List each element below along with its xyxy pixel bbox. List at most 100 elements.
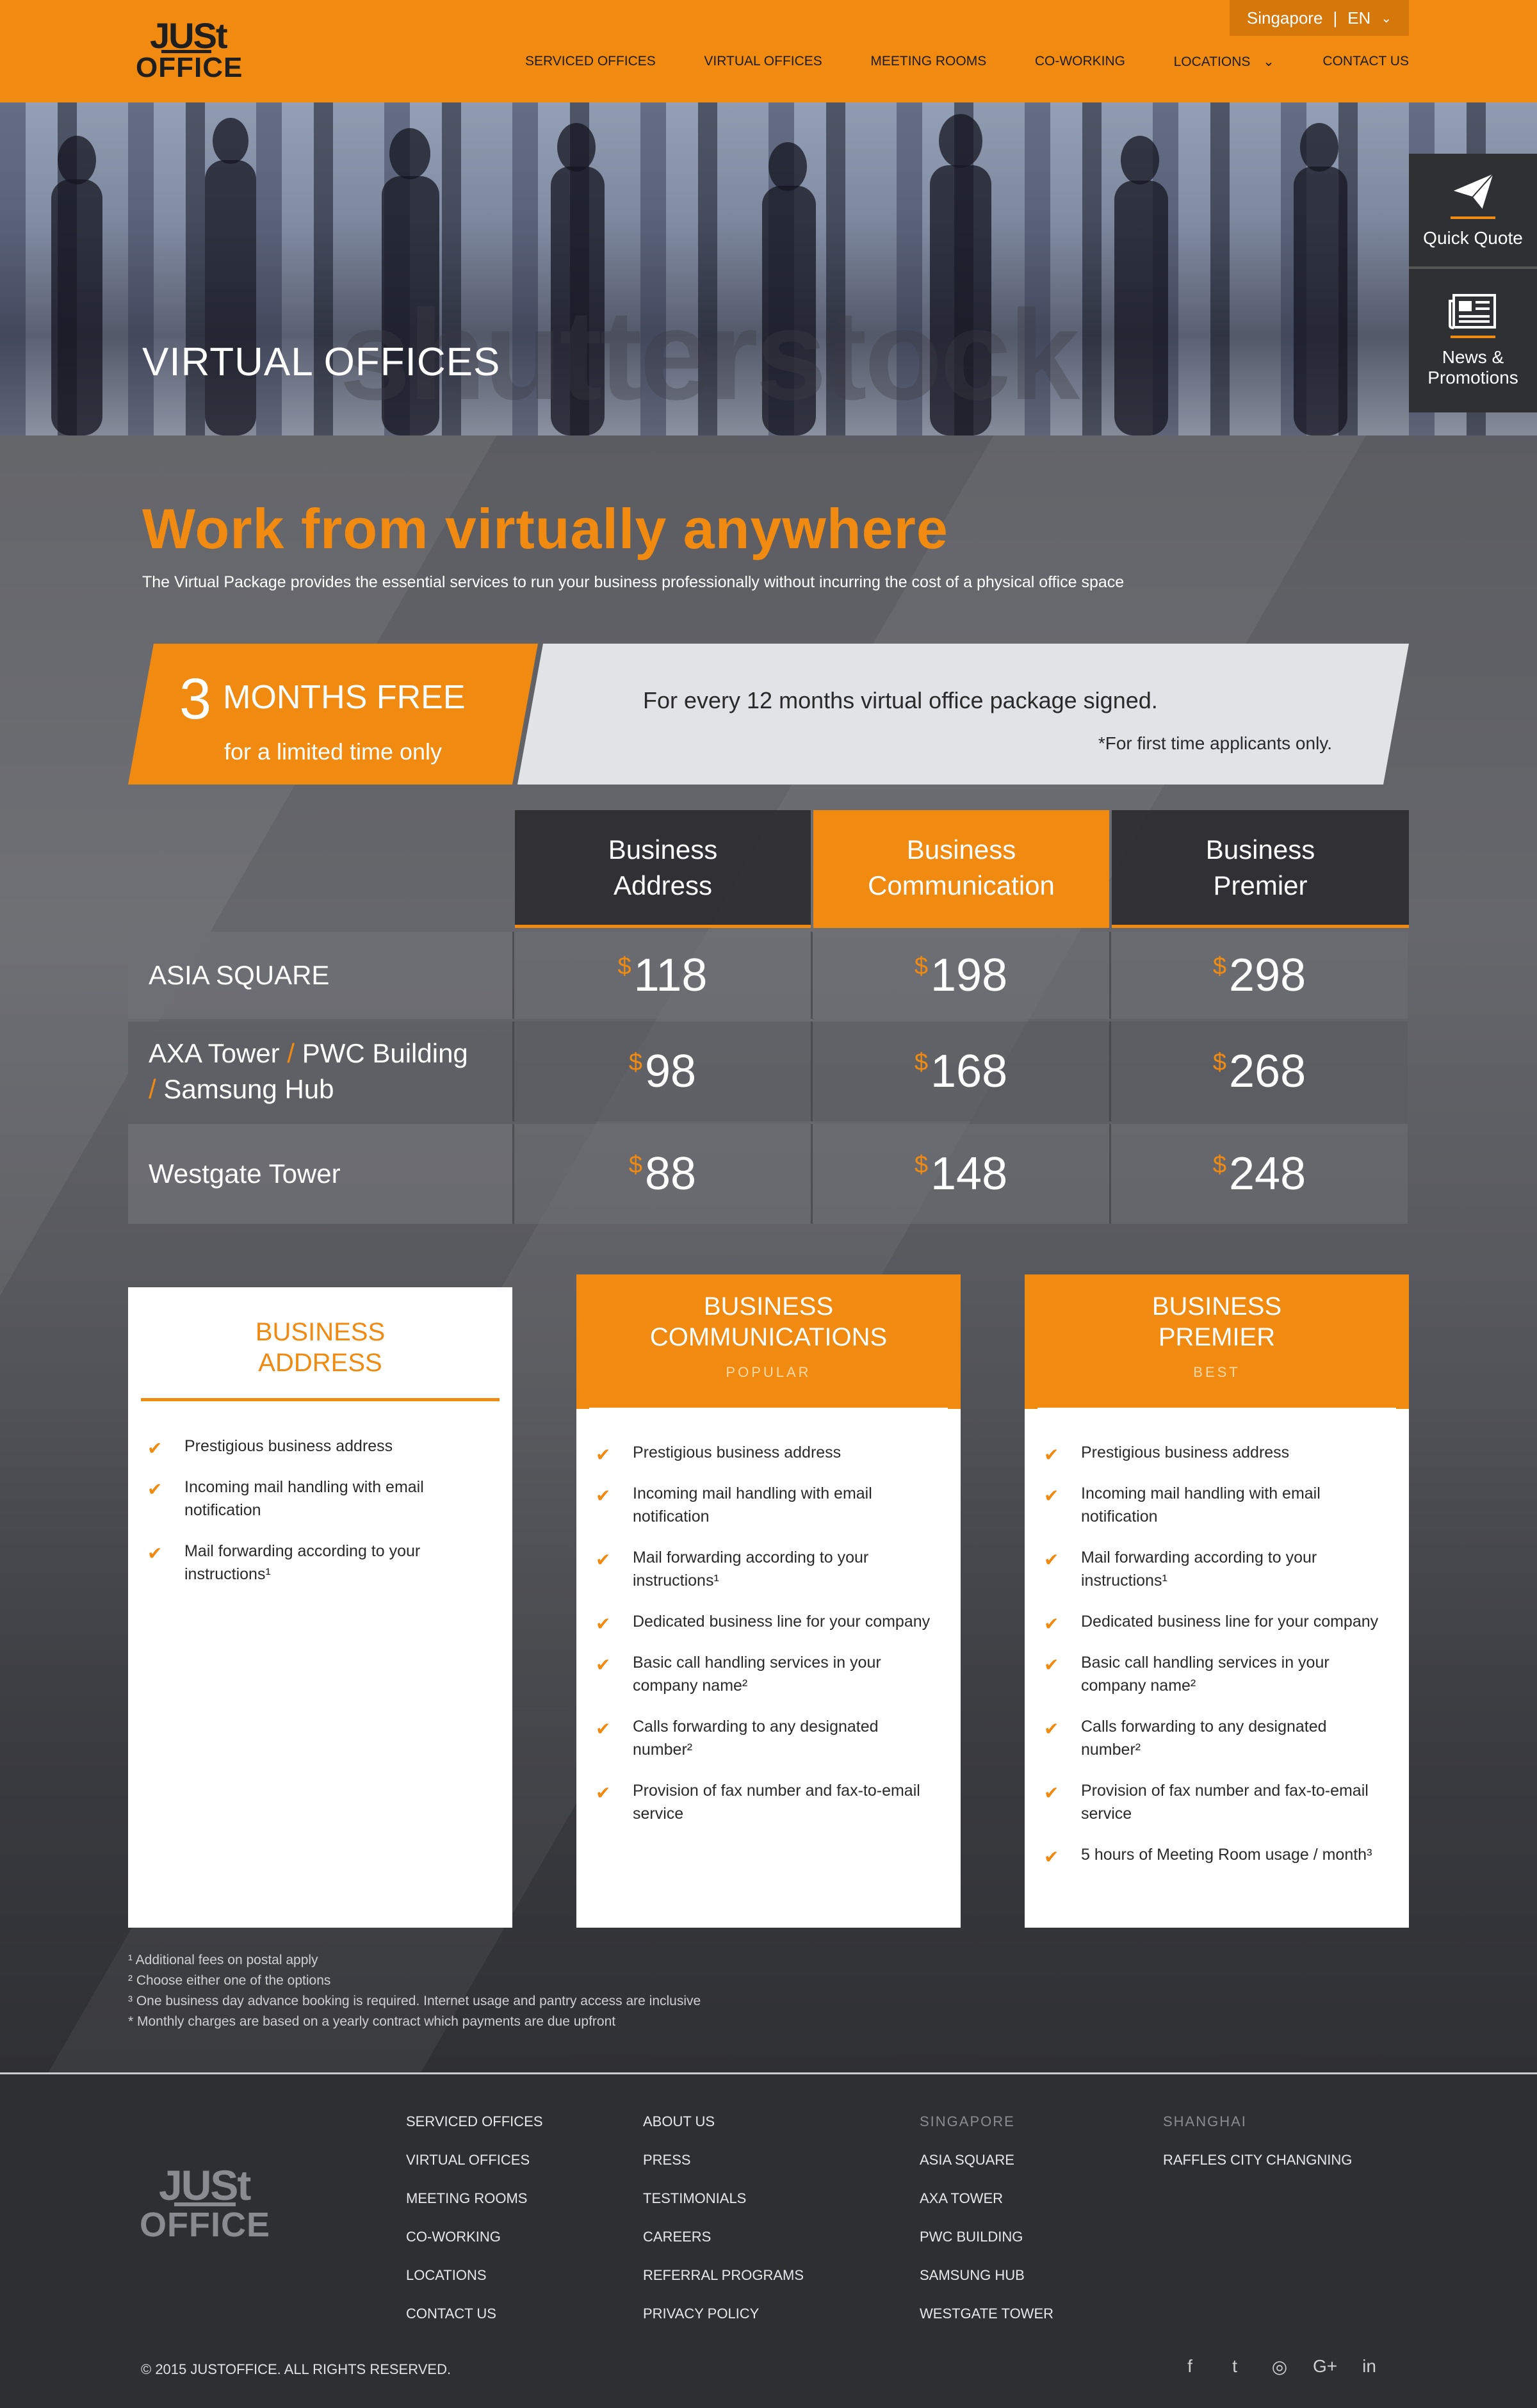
plan-title-line2: ADDRESS [258,1349,382,1377]
location-separator: / [287,1038,295,1068]
feature-text: Mail forwarding according to your instru… [184,1542,421,1583]
footer-link[interactable]: CO-WORKING [406,2218,543,2256]
check-icon: ✔ [147,1543,163,1563]
page-title: VIRTUAL OFFICES [142,340,501,384]
price-value: 198 [931,950,1008,1001]
linkedin-icon[interactable]: in [1358,2356,1381,2377]
footer-link[interactable]: MEETING ROOMS [406,2179,543,2218]
price-value: 248 [1229,1148,1306,1200]
footer-logo[interactable]: JUSt OFFICE [140,2161,274,2242]
price-cell: $298 [1109,932,1408,1019]
footer-link[interactable]: TESTIMONIALS [643,2179,804,2218]
footer-link[interactable]: WESTGATE TOWER [920,2295,1053,2333]
currency-symbol: $ [1212,1151,1226,1178]
nav-co-working[interactable]: CO-WORKING [1035,54,1125,70]
section-description: The Virtual Package provides the essenti… [142,573,1125,591]
plan-card-business-address: BUSINESS ADDRESS ✔ Prestigious business ad… [128,1287,512,1928]
price-cell: $148 [811,1124,1109,1224]
instagram-icon[interactable]: ◎ [1268,2356,1291,2377]
check-icon: ✔ [596,1783,611,1803]
footer-link[interactable]: SAMSUNG HUB [920,2256,1053,2295]
feature-text: Mail forwarding according to your instru… [633,1549,869,1590]
list-item: ✔ Mail forwarding according to your instr… [147,1540,488,1586]
check-icon: ✔ [596,1445,611,1465]
nav-serviced-offices[interactable]: SERVICED OFFICES [525,54,656,70]
language-label[interactable]: EN [1347,8,1370,28]
footer-link[interactable]: ASIA SQUARE [920,2141,1053,2179]
list-item: ✔ Dedicated business line for your compan… [596,1610,936,1634]
table-row: Westgate Tower $88 $148 $248 [128,1124,1409,1224]
site-footer: JUSt OFFICE SERVICED OFFICES VIRTUAL OFF… [0,2072,1537,2408]
quick-quote-button[interactable]: Quick Quote [1409,154,1537,269]
price-cell: $268 [1109,1021,1408,1121]
price-cell: $98 [512,1021,811,1121]
chevron-down-icon[interactable]: ⌄ [1381,10,1392,26]
footer-link[interactable]: CAREERS [643,2218,804,2256]
footer-link[interactable]: CONTACT US [406,2295,543,2333]
location-name: Westgate Tower [128,1124,512,1224]
footnote: ² Choose either one of the options [128,1973,331,1988]
feature-text: Basic call handling services in your com… [1081,1654,1330,1695]
location-part: AXA Tower [149,1038,280,1068]
footer-link[interactable]: VIRTUAL OFFICES [406,2141,543,2179]
logo-top-text: JUSt [159,2161,251,2209]
header-line2: Address [613,870,713,900]
footer-column-heading: SINGAPORE [920,2113,1015,2129]
nav-contact-us[interactable]: CONTACT US [1322,54,1409,70]
column-header-business-premier: Business Premier [1112,810,1409,928]
region-label[interactable]: Singapore [1247,8,1323,28]
logo-bottom-text: OFFICE [136,52,243,83]
feature-text: Mail forwarding according to your instru… [1081,1549,1317,1590]
currency-symbol: $ [628,1048,643,1076]
footnote: * Monthly charges are based on a yearly … [128,2014,616,2029]
column-header-business-communication: Business Communication [813,810,1109,928]
footer-link[interactable]: RAFFLES CITY CHANGNING [1163,2141,1352,2179]
list-item: ✔ 5 hours of Meeting Room usage / month³ [1044,1843,1385,1867]
footnotes: ¹ Additional fees on postal apply ² Choo… [128,1950,701,2032]
price-cell: $168 [811,1021,1109,1121]
feature-list: ✔ Prestigious business address ✔ Incoming … [576,1441,961,1825]
footer-link[interactable]: SERVICED OFFICES [406,2103,543,2141]
twitter-icon[interactable]: t [1223,2356,1246,2377]
footer-link[interactable]: PRESS [643,2141,804,2179]
header-line1: Business [608,834,718,865]
plan-title-line1: BUSINESS [255,1318,386,1346]
footnote: ³ One business day advance booking is re… [128,1994,701,2008]
footer-link[interactable]: PWC BUILDING [920,2218,1053,2256]
promo-details: For every 12 months virtual office packa… [517,644,1409,785]
footer-services-links: SERVICED OFFICES VIRTUAL OFFICES MEETING… [406,2103,543,2333]
footer-link[interactable]: LOCATIONS [406,2256,543,2295]
facebook-icon[interactable]: f [1178,2356,1201,2377]
footer-link[interactable]: REFERRAL PROGRAMS [643,2256,804,2295]
nav-virtual-offices[interactable]: VIRTUAL OFFICES [704,54,822,70]
news-promotions-button[interactable]: News & Promotions [1409,269,1537,412]
feature-text: Prestigious business address [1081,1444,1290,1461]
main-content: Work from virtually anywhere The Virtual… [0,435,1537,2075]
nav-locations[interactable]: LOCATIONS ⌄ [1174,54,1274,70]
list-item: ✔ Prestigious business address [596,1441,936,1465]
social-links: f t ◎ G+ in [1178,2356,1381,2377]
site-logo[interactable]: JUSt OFFICE [136,18,242,82]
check-icon: ✔ [596,1614,611,1634]
footer-link[interactable]: ABOUT US [643,2103,804,2141]
google-plus-icon[interactable]: G+ [1313,2356,1337,2377]
feature-text: Dedicated business line for your company [633,1613,931,1631]
feature-text: Incoming mail handling with email notifi… [184,1478,424,1519]
footer-shanghai-links: SHANGHAI RAFFLES CITY CHANGNING [1163,2103,1352,2179]
check-icon: ✔ [1044,1655,1059,1675]
region-separator: | [1333,8,1338,28]
plan-tag: POPULAR [726,1364,811,1380]
check-icon: ✔ [596,1486,611,1506]
currency-symbol: $ [628,1151,643,1178]
footer-link[interactable]: PRIVACY POLICY [643,2295,804,2333]
footnote: ¹ Additional fees on postal apply [128,1953,318,1967]
region-language-selector[interactable]: Singapore | EN ⌄ [1230,0,1409,36]
plan-tag: BEST [1193,1364,1240,1380]
price-value: 268 [1229,1046,1306,1097]
header-line2: Communication [868,870,1055,900]
check-icon: ✔ [1044,1445,1059,1465]
newspaper-icon [1449,294,1496,329]
footer-link[interactable]: AXA TOWER [920,2179,1053,2218]
nav-meeting-rooms[interactable]: MEETING ROOMS [870,54,986,70]
nav-locations-label: LOCATIONS [1173,54,1251,69]
